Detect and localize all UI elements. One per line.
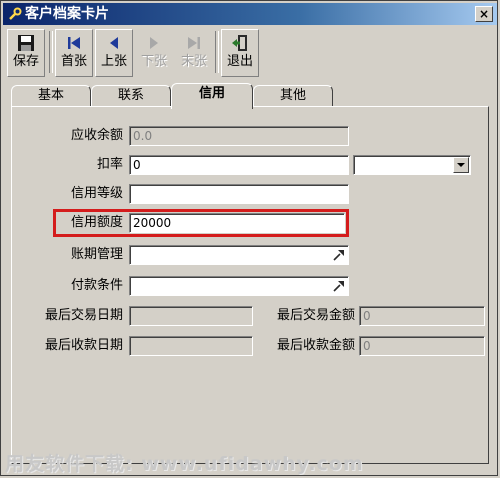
wrench-icon [9, 7, 22, 20]
discount-rate-label: 扣率 [96, 157, 123, 172]
first-record-icon [68, 37, 80, 49]
close-icon: × [478, 7, 490, 21]
receivable-balance-field: 0.0 [129, 126, 349, 146]
discount-rate-input[interactable]: 0 [129, 155, 349, 175]
lookup-icon[interactable] [332, 279, 346, 293]
tab-basic[interactable]: 基本 [11, 85, 91, 107]
last-trade-amount-field: 0 [359, 306, 485, 326]
discount-rate-select[interactable] [353, 155, 471, 175]
tab-other[interactable]: 其他 [253, 85, 333, 107]
watermark: 用友软件下载: www.ufidawhy.com [5, 453, 364, 475]
toolbar: 保存 首张 上张 下张 末张 退出 [5, 29, 493, 77]
account-period-input[interactable] [129, 245, 349, 265]
credit-level-input[interactable] [129, 184, 349, 204]
title-bar: 客户档案卡片 × [3, 3, 497, 25]
toolbar-separator [49, 31, 53, 73]
last-record-button[interactable]: 末张 [175, 29, 213, 77]
last-receipt-date-label: 最后收款日期 [44, 338, 123, 353]
credit-limit-input[interactable]: 20000 [129, 213, 345, 233]
last-receipt-amount-label: 最后收款金额 [276, 338, 355, 353]
customer-card-window: 客户档案卡片 × 保存 首张 上张 下张 末张 退出 基本 联系 信用 其他 应… [0, 0, 498, 476]
credit-level-label: 信用等级 [70, 186, 123, 201]
chevron-down-icon[interactable] [453, 157, 469, 173]
previous-record-icon [110, 37, 118, 49]
save-label: 保存 [12, 54, 39, 69]
tab-contact[interactable]: 联系 [91, 85, 171, 107]
first-record-label: 首张 [60, 54, 87, 69]
last-receipt-amount-field: 0 [359, 336, 485, 356]
floppy-disk-icon [18, 35, 34, 51]
last-trade-date-field [129, 306, 253, 326]
toolbar-separator [215, 31, 219, 73]
payment-terms-input[interactable] [129, 276, 349, 296]
window-title: 客户档案卡片 [25, 6, 109, 22]
tab-credit[interactable]: 信用 [171, 83, 253, 109]
last-record-icon [188, 37, 200, 49]
save-button[interactable]: 保存 [7, 29, 45, 77]
previous-record-label: 上张 [100, 54, 127, 69]
payment-terms-label: 付款条件 [70, 278, 123, 293]
last-trade-amount-label: 最后交易金额 [276, 308, 355, 323]
next-record-button[interactable]: 下张 [135, 29, 173, 77]
credit-limit-label: 信用额度 [70, 215, 123, 230]
next-record-icon [150, 37, 158, 49]
account-period-label: 账期管理 [70, 247, 123, 262]
close-button[interactable]: × [475, 6, 493, 22]
first-record-button[interactable]: 首张 [55, 29, 93, 77]
previous-record-button[interactable]: 上张 [95, 29, 133, 77]
lookup-icon[interactable] [332, 248, 346, 262]
exit-button[interactable]: 退出 [221, 29, 259, 77]
last-receipt-date-field [129, 336, 253, 356]
tab-strip: 基本 联系 信用 其他 [11, 83, 491, 109]
next-record-label: 下张 [140, 54, 167, 69]
last-record-label: 末张 [180, 54, 207, 69]
receivable-balance-label: 应收余额 [70, 128, 123, 143]
exit-label: 退出 [226, 54, 253, 69]
last-trade-date-label: 最后交易日期 [44, 308, 123, 323]
exit-door-icon [232, 35, 247, 51]
